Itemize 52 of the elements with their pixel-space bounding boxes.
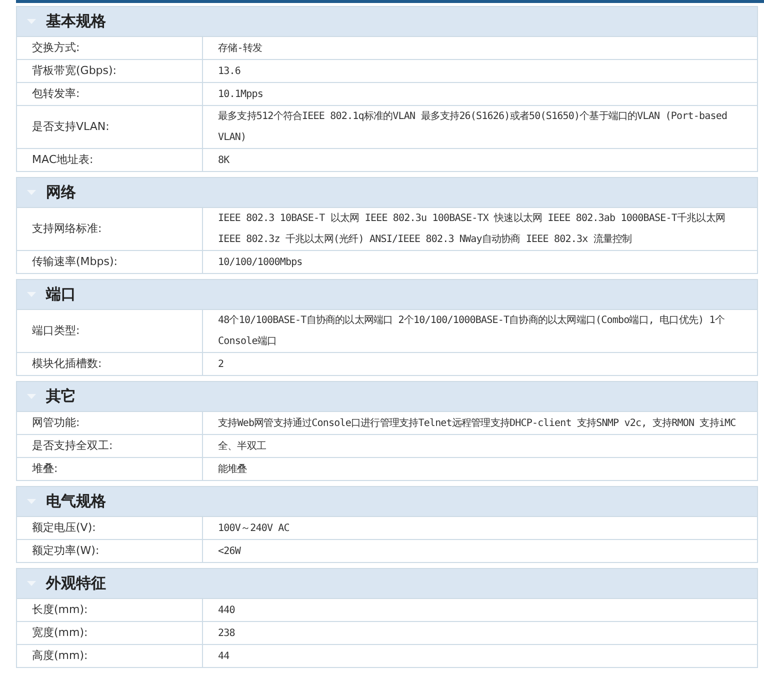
spec-label: 长度(mm): xyxy=(32,602,88,618)
spec-value: 13.6 xyxy=(218,64,240,78)
spec-label: 是否支持VLAN: xyxy=(32,118,110,135)
spec-label: 额定电压(V): xyxy=(32,520,96,536)
section-header[interactable]: 网络 xyxy=(17,178,757,207)
section-header[interactable]: 电气规格 xyxy=(17,487,757,516)
spec-label: 额定功率(W): xyxy=(32,542,100,559)
spec-label: 宽度(mm): xyxy=(32,624,88,641)
caret-icon xyxy=(27,190,36,196)
section-header[interactable]: 端口 xyxy=(17,280,757,309)
spec-value: 存储-转发 xyxy=(218,42,262,56)
spec-label: 支持网络标准: xyxy=(32,220,102,237)
spec-label: 传输速率(Mbps): xyxy=(32,254,118,270)
section-header[interactable]: 基本规格 xyxy=(17,7,757,36)
section-title: 网络 xyxy=(46,182,76,204)
spec-value: <26W xyxy=(218,544,240,558)
section-header[interactable]: 其它 xyxy=(17,382,757,411)
section-title: 端口 xyxy=(46,284,76,306)
spec-value: IEEE 802.3 10BASE-T 以太网 IEEE 802.3u 100BASE-TX 快速以太网 IEEE 802.3ab 1000BASE-T千兆以太网 IEEE 802.3z 千兆以太网(光纤) ANSI/IEEE 802.3 NWay自动协商 IEEE 802.3x 流量控制 xyxy=(218,212,726,247)
spec-label: 模块化插槽数: xyxy=(32,356,102,372)
spec-value: 48个10/100BASE-T自协商的以太网端口 2个10/100/1000BASE-T自协商的以太网端口(Combo端口, 电口优先) 1个Console端口 xyxy=(218,314,726,349)
spec-label: 背板带宽(Gbps): xyxy=(32,62,117,79)
spec-label: 堆叠: xyxy=(32,460,58,477)
spec-value: 10.1Mpps xyxy=(218,88,263,102)
spec-label: 交换方式: xyxy=(32,40,80,56)
spec-label: 高度(mm): xyxy=(32,648,88,664)
section-title: 电气规格 xyxy=(46,491,106,512)
caret-icon xyxy=(27,394,36,400)
spec-value: 44 xyxy=(218,650,230,664)
caret-icon xyxy=(27,18,36,24)
caret-icon xyxy=(27,498,36,504)
section-title: 外观特征 xyxy=(46,573,106,594)
spec-value: 440 xyxy=(218,604,235,618)
spec-label: 端口类型: xyxy=(32,322,80,339)
spec-label: 是否支持全双工: xyxy=(32,438,113,454)
spec-label: MAC地址表: xyxy=(32,152,94,168)
spec-value: 最多支持512个符合IEEE 802.1q标准的VLAN 最多支持26(S1626)或者50(S1650)个基于端口的VLAN (Port-based VLAN) xyxy=(218,110,728,145)
spec-label: 网管功能: xyxy=(32,414,80,431)
spec-value: 全、半双工 xyxy=(218,440,266,454)
spec-value: 能堆叠 xyxy=(218,462,247,476)
spec-value: 2 xyxy=(218,358,224,372)
section-title: 基本规格 xyxy=(46,11,106,32)
section-header[interactable]: 外观特征 xyxy=(17,569,757,598)
spec-label: 包转发率: xyxy=(32,86,80,102)
caret-icon xyxy=(27,580,36,586)
section-title: 其它 xyxy=(46,386,76,408)
spec-value: 238 xyxy=(218,626,235,640)
spec-value: 8K xyxy=(218,154,230,168)
spec-value: 支持Web网管支持通过Console口进行管理支持Telnet远程管理支持DHCP-client 支持SNMP v2c, 支持RMON 支持iMC xyxy=(218,416,736,430)
spec-value: 100V～240V AC xyxy=(218,522,290,536)
caret-icon xyxy=(27,292,36,298)
spec-value: 10/100/1000Mbps xyxy=(218,256,302,270)
